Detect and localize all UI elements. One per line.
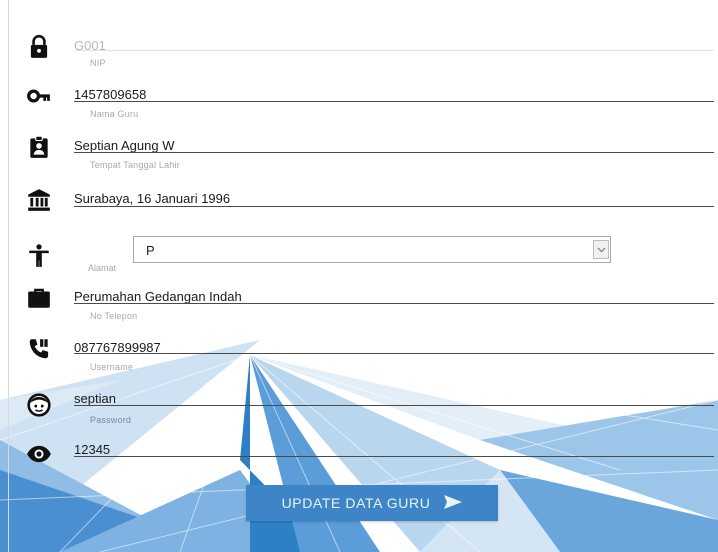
edit-guru-form: G001 NIP 1457809658 Nama Guru Septian Ag… — [0, 0, 718, 552]
gender-label: Alamat — [88, 263, 117, 273]
password-label: Password — [90, 415, 132, 425]
background-polygon-art — [0, 340, 718, 552]
nama-label: Nama Guru — [90, 109, 139, 119]
nip-label: NIP — [90, 58, 106, 68]
lock-icon — [26, 34, 52, 60]
nama-field[interactable]: Septian Agung W Tempat Tanggal Lahir — [74, 138, 714, 170]
update-data-guru-button[interactable]: UPDATE DATA GURU — [246, 485, 498, 521]
ttl-label: Tempat Tanggal Lahir — [90, 160, 180, 170]
gender-select[interactable]: P — [133, 236, 611, 263]
alamat-field[interactable]: Perumahan Gedangan Indah No Telepon — [74, 289, 714, 321]
id-badge-icon — [26, 134, 52, 160]
gender-selected-value: P — [146, 243, 155, 258]
eye-icon — [26, 441, 52, 467]
telepon-field[interactable]: 087767899987 Username — [74, 340, 714, 372]
username-field[interactable]: septian Password — [74, 391, 714, 425]
bank-icon — [26, 187, 52, 213]
briefcase-icon — [26, 285, 52, 311]
username-label: Username — [90, 362, 134, 372]
ttl-field[interactable]: Surabaya, 16 Januari 1996 — [74, 191, 714, 207]
update-button-label: UPDATE DATA GURU — [281, 495, 431, 511]
chevron-down-icon[interactable] — [593, 240, 609, 259]
send-icon — [444, 494, 463, 512]
person-icon — [26, 243, 52, 269]
kode-guru-value: G001 — [74, 38, 106, 53]
password-field[interactable]: 12345 — [74, 442, 714, 458]
kode-guru-field[interactable]: G001 NIP — [74, 38, 714, 68]
ttl-value: Surabaya, 16 Januari 1996 — [74, 191, 231, 206]
face-icon — [26, 392, 52, 418]
panel-left-border — [8, 0, 9, 552]
telepon-label: No Telepon — [90, 311, 138, 321]
nip-field[interactable]: 1457809658 Nama Guru — [74, 87, 714, 119]
key-icon — [26, 83, 52, 109]
phone-icon — [26, 336, 52, 362]
